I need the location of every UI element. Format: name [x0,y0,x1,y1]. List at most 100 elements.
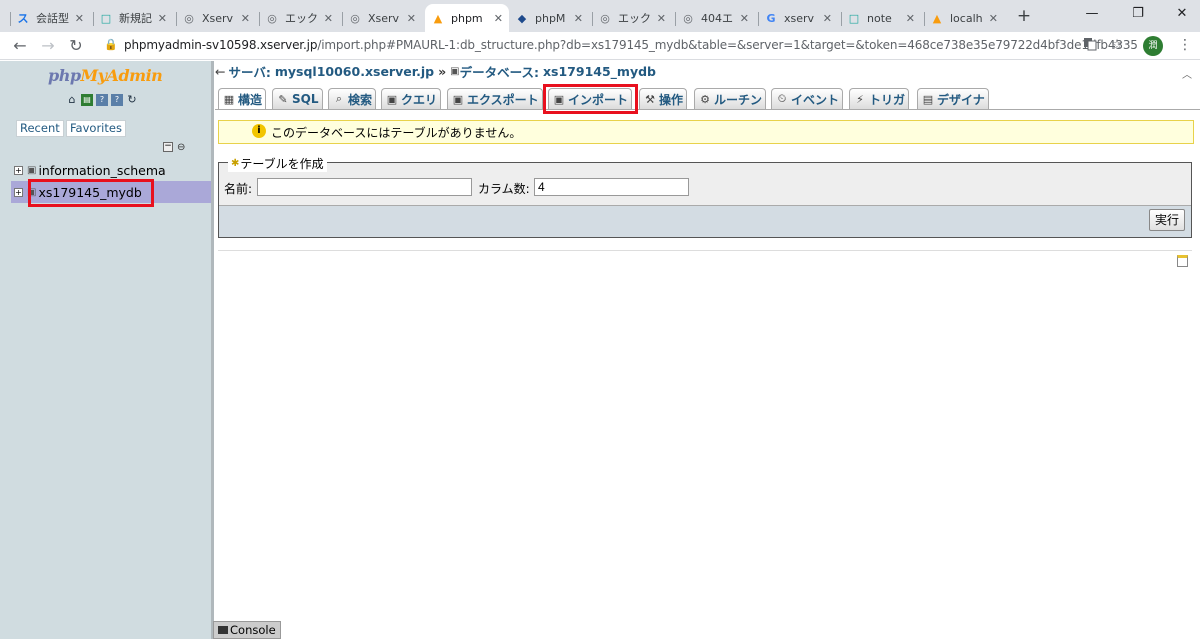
link-with-main-icon[interactable]: ⊖ [177,142,185,153]
browser-tab[interactable]: ▲ localh ✕ [924,4,1004,32]
tab-favicon-icon: ス [17,12,29,25]
browser-tab[interactable]: ◆ phpM ✕ [509,4,589,32]
create-table-footer [219,205,1191,237]
close-tab-icon[interactable]: ✕ [75,12,84,25]
close-tab-icon[interactable]: ✕ [241,12,250,25]
tab-search[interactable]: ⌕ 検索 [328,88,377,109]
address-bar[interactable]: phpmyadmin-sv10598.xserver.jp/import.php… [124,38,1138,52]
close-tab-icon[interactable]: ✕ [989,12,998,25]
db-tree-label[interactable]: information_schema [38,163,165,178]
browser-tab[interactable]: G xserv ✕ [758,4,838,32]
bookmark-star-icon[interactable]: ☆ [1108,37,1126,53]
nav-toggle-arrow-icon[interactable]: ← [215,64,225,79]
tab-title: 会話型 [36,12,69,25]
tab-label: 操作 [659,92,684,107]
help-icon[interactable]: ? [111,94,123,106]
collapse-all-icon[interactable]: − [163,142,173,152]
home-icon[interactable]: ⌂ [66,94,78,106]
sql-icon[interactable]: ▤ [81,94,93,106]
sql-icon: ✎ [278,92,288,106]
browser-menu-icon[interactable]: ⋮ [1176,37,1194,53]
restore-icon[interactable]: ❐ [1128,6,1148,21]
browser-tab[interactable]: ◎ エック ✕ [592,4,672,32]
go-button[interactable]: 実行 [1149,209,1185,231]
column-count-input[interactable] [534,178,689,196]
new-tab-button[interactable]: + [1014,6,1034,26]
forward-icon[interactable]: → [38,36,58,56]
close-tab-icon[interactable]: ✕ [324,12,333,25]
tab-favicon-icon: ▲ [932,11,942,25]
tab-label: クエリ [401,92,438,107]
tab-structure[interactable]: ▦ 構造 [218,88,267,109]
browser-tab[interactable]: □ note ✕ [841,4,921,32]
close-tab-icon[interactable]: ✕ [494,12,503,25]
expand-icon[interactable]: + [14,187,23,197]
console-icon [218,626,228,634]
browser-tab[interactable]: ◎ エック ✕ [259,4,339,32]
back-icon[interactable]: ← [10,36,30,56]
db-tree-item[interactable]: + ▣ information_schema [14,162,166,178]
tab-title: 新規記 [119,12,152,25]
browser-tab[interactable]: ◎ Xserv ✕ [342,4,422,32]
tab-label: ルーチン [714,92,763,107]
logo-admin: Admin [106,66,163,85]
page-settings-icon[interactable] [1177,255,1188,267]
tab-export[interactable]: ▣ エクスポート [447,88,543,109]
create-table-legend: ✱ テーブルを作成 [228,155,327,172]
window-close-icon[interactable]: ✕ [1172,6,1192,21]
browser-tab-active[interactable]: ▲ phpm ✕ [425,4,509,32]
tab-title: エック [618,12,651,25]
reload-nav-icon[interactable]: ↻ [126,94,138,106]
logo-my: My [80,66,108,85]
minimize-icon[interactable]: — [1082,6,1102,21]
profile-avatar[interactable]: 潤 [1143,36,1163,56]
routines-icon: ⚙ [700,92,710,106]
tab-label: イベント [791,92,840,107]
tab-triggers[interactable]: ⚡ トリガ [849,88,910,109]
lock-icon[interactable]: 🔒 [104,38,118,51]
tab-title: phpm [451,11,483,25]
tab-events[interactable]: ⏲ イベント [771,88,844,109]
browser-tab[interactable]: □ 新規記 ✕ [93,4,173,32]
close-tab-icon[interactable]: ✕ [158,12,167,25]
panel-resizer[interactable] [211,61,214,639]
table-name-input[interactable] [257,178,472,196]
tab-routines[interactable]: ⚙ ルーチン [694,88,767,109]
structure-icon: ▦ [223,92,235,106]
tab-label: エクスポート [467,92,539,107]
column-count-label: カラム数: [478,182,530,196]
translate-icon[interactable] [1081,37,1099,55]
tab-label: 検索 [348,92,373,107]
close-tab-icon[interactable]: ✕ [407,12,416,25]
designer-icon: ▤ [922,92,934,106]
browser-tab[interactable]: ◎ 404エ ✕ [675,4,755,32]
tab-sql[interactable]: ✎ SQL [272,88,323,109]
tab-operations[interactable]: ⚒ 操作 [639,88,688,109]
scroll-top-icon[interactable]: ︿ [1182,66,1192,81]
legend-text: テーブルを作成 [240,157,324,171]
reload-icon[interactable]: ↻ [66,36,86,56]
phpmyadmin-logo[interactable]: phpMyAdmin [48,66,163,85]
tab-query[interactable]: ▣ クエリ [381,88,442,109]
recent-tab[interactable]: Recent [16,120,64,137]
breadcrumb-server-label: サーバ: [228,64,271,80]
close-tab-icon[interactable]: ✕ [574,12,583,25]
console-toggle[interactable]: Console [213,621,281,639]
close-tab-icon[interactable]: ✕ [823,12,832,25]
divider [218,250,1192,251]
notice-text: このデータベースにはテーブルがありません。 [271,126,522,140]
docs-icon[interactable]: ? [96,94,108,106]
close-tab-icon[interactable]: ✕ [657,12,666,25]
browser-tab[interactable]: ◎ Xserv ✕ [176,4,256,32]
close-tab-icon[interactable]: ✕ [740,12,749,25]
close-tab-icon[interactable]: ✕ [906,12,915,25]
tab-designer[interactable]: ▤ デザイナ [917,88,989,109]
favorites-tab[interactable]: Favorites [66,120,126,137]
query-icon: ▣ [386,92,398,106]
browser-tab[interactable]: ス 会話型 ✕ [10,4,90,32]
expand-icon[interactable]: + [14,165,23,175]
new-table-icon: ✱ [231,158,240,169]
browser-toolbar: ← → ↻ 🔒 phpmyadmin-sv10598.xserver.jp/im… [0,32,1200,60]
breadcrumb-db[interactable]: xs179145_mydb [543,64,656,79]
breadcrumb-server[interactable]: mysql10060.xserver.jp [275,64,434,79]
